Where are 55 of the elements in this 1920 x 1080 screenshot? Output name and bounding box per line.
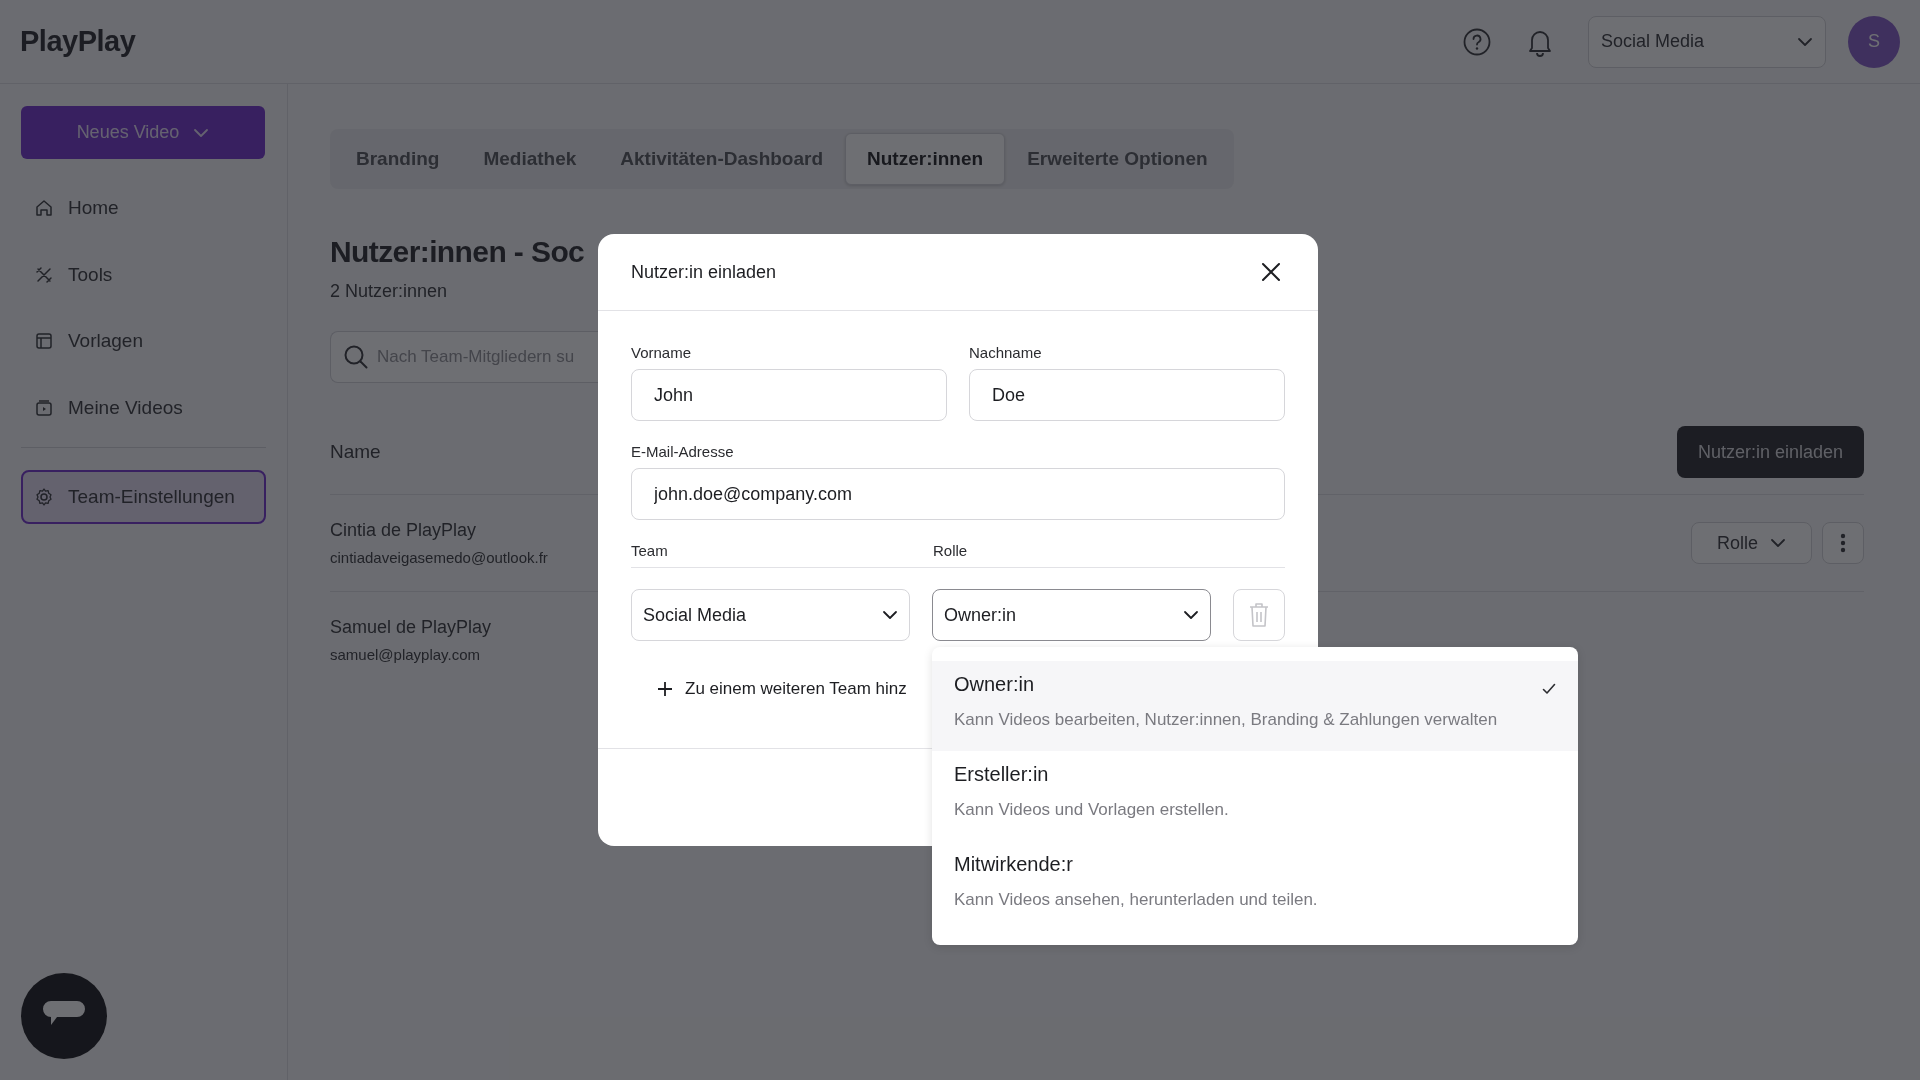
- field-label: E-Mail-Adresse: [631, 443, 735, 460]
- plus-icon: [657, 681, 673, 697]
- tab[interactable]: Mediathek: [461, 133, 599, 185]
- user-email: samuel@playplay.com: [330, 646, 481, 663]
- column-label: Team: [631, 542, 669, 559]
- input-field[interactable]: Doe: [969, 369, 1285, 421]
- column-header: Name: [330, 441, 381, 463]
- logo[interactable]: PlayPlay: [20, 25, 136, 58]
- settings-icon: [34, 487, 54, 507]
- field-label: Vorname: [631, 344, 693, 361]
- check-icon: [1542, 683, 1556, 695]
- more-icon: [1840, 533, 1846, 553]
- tools-icon: [34, 264, 54, 285]
- tab[interactable]: Branding: [334, 133, 462, 185]
- column-label: Rolle: [933, 542, 968, 559]
- help-icon[interactable]: [1462, 26, 1492, 57]
- chevron-down-icon: [193, 127, 210, 138]
- sidebar-item[interactable]: Vorlagen: [21, 314, 266, 368]
- sidebar-item[interactable]: Tools: [21, 247, 266, 302]
- chevron-down-icon: [1797, 36, 1813, 47]
- chevron-down-icon: [882, 610, 899, 620]
- tab[interactable]: Nutzer:innen: [845, 133, 1006, 185]
- team-select[interactable]: Social Media: [631, 589, 911, 641]
- dialog-title: Nutzer:in einladen: [631, 261, 777, 283]
- menu-option[interactable]: Ersteller:in Kann Videos und Vorlagen erstellen.: [932, 751, 1578, 841]
- user-email: cintiadaveigasemedo@outlook.fr: [330, 549, 548, 566]
- role-select[interactable]: Owner:in: [932, 589, 1212, 641]
- tab[interactable]: Aktivitäten-Dashboard: [598, 133, 845, 185]
- field-label: Nachname: [969, 344, 1043, 361]
- trash-icon: [1248, 602, 1271, 628]
- add-team-link[interactable]: Zu einem weiteren Team hinz: [657, 679, 907, 699]
- tab[interactable]: Erweiterte Optionen: [1005, 133, 1230, 185]
- user-name: Cintia de PlayPlay: [330, 520, 478, 541]
- page-title: Nutzer:innen - Soc: [330, 235, 586, 269]
- more-options-button[interactable]: [1822, 522, 1864, 564]
- chevron-down-icon: [1770, 538, 1786, 548]
- chevron-down-icon: [1183, 610, 1200, 620]
- input-field[interactable]: john.doe@company.com: [631, 468, 1285, 520]
- invite-user-button[interactable]: Nutzer:in einladen: [1676, 426, 1864, 478]
- team-selector[interactable]: Social Media: [1588, 15, 1826, 68]
- role-dropdown[interactable]: Rolle: [1691, 522, 1812, 564]
- menu-option[interactable]: Mitwirkende:r Kann Videos ansehen, herunterladen und teilen.: [932, 841, 1578, 931]
- sidebar-item[interactable]: Team-Einstellungen: [21, 470, 266, 524]
- sidebar-item[interactable]: Home: [21, 181, 266, 235]
- input-field[interactable]: John: [631, 369, 947, 421]
- menu-option[interactable]: Owner:in Kann Videos bearbeiten, Nutzer:innen, Branding & Zahlungen verwalten: [932, 661, 1578, 751]
- home-icon: [34, 198, 54, 218]
- user-count: 2 Nutzer:innen: [330, 281, 448, 302]
- close-icon: [1261, 262, 1281, 282]
- user-name: Samuel de PlayPlay: [330, 617, 492, 638]
- sidebar-item[interactable]: Meine Videos: [21, 380, 266, 435]
- video-icon: [34, 397, 54, 418]
- new-video-button[interactable]: Neues Video: [21, 106, 265, 159]
- search-icon: [343, 344, 369, 370]
- layout-icon: [34, 331, 54, 351]
